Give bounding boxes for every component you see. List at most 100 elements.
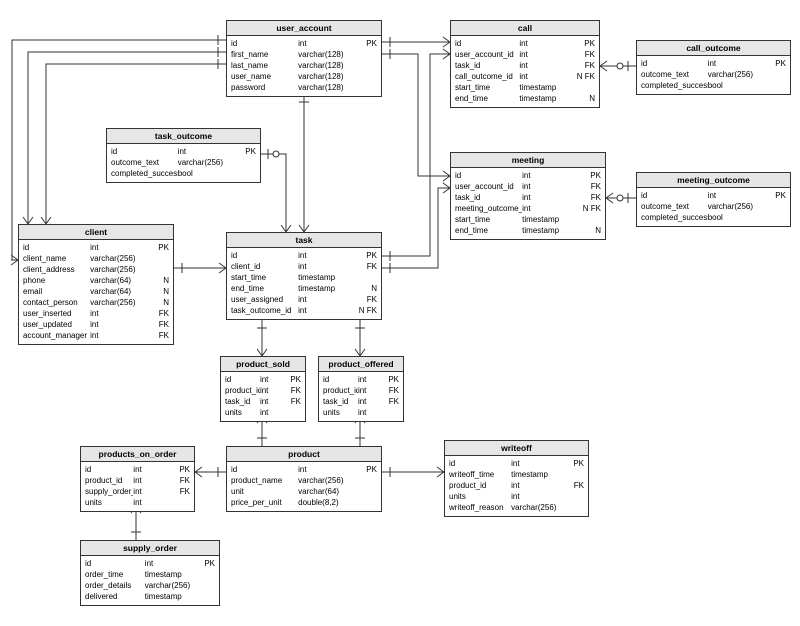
column-key: FK	[143, 319, 169, 330]
column-row: call_outcome_idintN FK	[455, 71, 595, 82]
entity-title: meeting_outcome	[637, 173, 790, 188]
column-key	[351, 486, 377, 497]
entity-columns: idintPKoutcome_textvarchar(256)completed…	[637, 188, 790, 226]
column-row: idintPK	[641, 58, 786, 69]
column-type: double(8,2)	[298, 497, 351, 508]
column-type: int	[145, 558, 192, 569]
column-key	[760, 80, 786, 91]
column-name: order_time	[85, 569, 145, 580]
column-type: varchar(256)	[90, 297, 143, 308]
column-row: user_namevarchar(128)	[231, 71, 377, 82]
column-row: task_idintFK	[225, 396, 301, 407]
column-type: int	[522, 192, 575, 203]
column-name: id	[85, 464, 133, 475]
column-key	[351, 60, 377, 71]
column-key: PK	[143, 242, 169, 253]
column-row: user_updatedintFK	[23, 319, 169, 330]
entity-meeting: meetingidintPKuser_account_idintFKtask_i…	[450, 152, 606, 240]
column-type: int	[358, 407, 385, 418]
column-name: user_account_id	[455, 181, 522, 192]
column-type: varchar(256)	[90, 253, 143, 264]
column-name: outcome_text	[111, 157, 178, 168]
column-key: FK	[143, 308, 169, 319]
column-name: order_details	[85, 580, 145, 591]
column-type: int	[358, 385, 385, 396]
column-key: PK	[287, 374, 301, 385]
column-type: int	[519, 38, 569, 49]
column-name: task_id	[455, 192, 522, 203]
column-type: timestamp	[511, 469, 560, 480]
column-row: user_account_idintFK	[455, 49, 595, 60]
column-row: idintPK	[455, 170, 601, 181]
entity-columns: idintPKproduct_idintFKtask_idintFKunitsi…	[319, 372, 403, 421]
column-row: end_timetimestampN	[455, 225, 601, 236]
column-type: timestamp	[522, 214, 575, 225]
column-type: int	[133, 497, 171, 508]
entity-title: products_on_order	[81, 447, 194, 462]
column-row: end_timetimestampN	[455, 93, 595, 104]
column-name: outcome_text	[641, 201, 708, 212]
column-key: PK	[351, 250, 377, 261]
entity-call: callidintPKuser_account_idintFKtask_idin…	[450, 20, 600, 108]
column-type: int	[511, 480, 560, 491]
column-row: completed_successfullybool	[641, 80, 786, 91]
column-key	[560, 491, 584, 502]
entity-supply_order: supply_orderidintPKorder_timetimestampor…	[80, 540, 220, 606]
column-type: int	[708, 190, 760, 201]
column-key	[351, 497, 377, 508]
column-key: N	[351, 283, 377, 294]
column-row: outcome_textvarchar(256)	[641, 69, 786, 80]
column-row: first_namevarchar(128)	[231, 49, 377, 60]
column-key	[575, 214, 601, 225]
entity-product_offered: product_offeredidintPKproduct_idintFKtas…	[318, 356, 404, 422]
column-key: N FK	[575, 203, 601, 214]
column-key: PK	[351, 464, 377, 475]
column-type: int	[522, 181, 575, 192]
column-name: user_assigned	[231, 294, 298, 305]
column-key	[143, 253, 169, 264]
entity-client: clientidintPKclient_namevarchar(256)clie…	[18, 224, 174, 345]
entity-title: writeoff	[445, 441, 588, 456]
column-row: unitsint	[323, 407, 399, 418]
column-row: idintPK	[85, 464, 190, 475]
column-row: supply_order_idintFK	[85, 486, 190, 497]
column-row: idintPK	[231, 250, 377, 261]
column-name: user_inserted	[23, 308, 90, 319]
column-name: writeoff_time	[449, 469, 511, 480]
column-row: unitsint	[85, 497, 190, 508]
column-row: idintPK	[641, 190, 786, 201]
column-type: int	[298, 305, 351, 316]
column-row: idintPK	[455, 38, 595, 49]
column-name: start_time	[455, 82, 519, 93]
column-name: client_id	[231, 261, 298, 272]
column-key: FK	[171, 486, 190, 497]
entity-columns: idintPKuser_account_idintFKtask_idintFKc…	[451, 36, 599, 107]
column-type: bool	[708, 212, 760, 223]
entity-columns: idintPKproduct_namevarchar(256)unitvarch…	[227, 462, 381, 511]
column-name: id	[455, 170, 522, 181]
column-row: idintPK	[225, 374, 301, 385]
column-key: PK	[570, 38, 595, 49]
column-key	[560, 502, 584, 513]
column-key: FK	[575, 192, 601, 203]
column-name: units	[85, 497, 133, 508]
column-key: N	[575, 225, 601, 236]
entity-columns: idintPKclient_namevarchar(256)client_add…	[19, 240, 173, 344]
column-type: int	[522, 203, 575, 214]
column-name: units	[225, 407, 260, 418]
column-row: passwordvarchar(128)	[231, 82, 377, 93]
column-type: int	[260, 385, 287, 396]
entity-title: user_account	[227, 21, 381, 36]
column-key: FK	[171, 475, 190, 486]
entity-columns: idintPKoutcome_textvarchar(256)completed…	[107, 144, 260, 182]
column-key	[760, 69, 786, 80]
column-type: int	[90, 242, 143, 253]
column-name: task_id	[455, 60, 519, 71]
column-row: end_timetimestampN	[231, 283, 377, 294]
column-name: product_id	[85, 475, 133, 486]
column-name: end_time	[231, 283, 298, 294]
column-type: int	[90, 319, 143, 330]
column-key: PK	[575, 170, 601, 181]
column-type: int	[90, 308, 143, 319]
column-type: int	[358, 396, 385, 407]
